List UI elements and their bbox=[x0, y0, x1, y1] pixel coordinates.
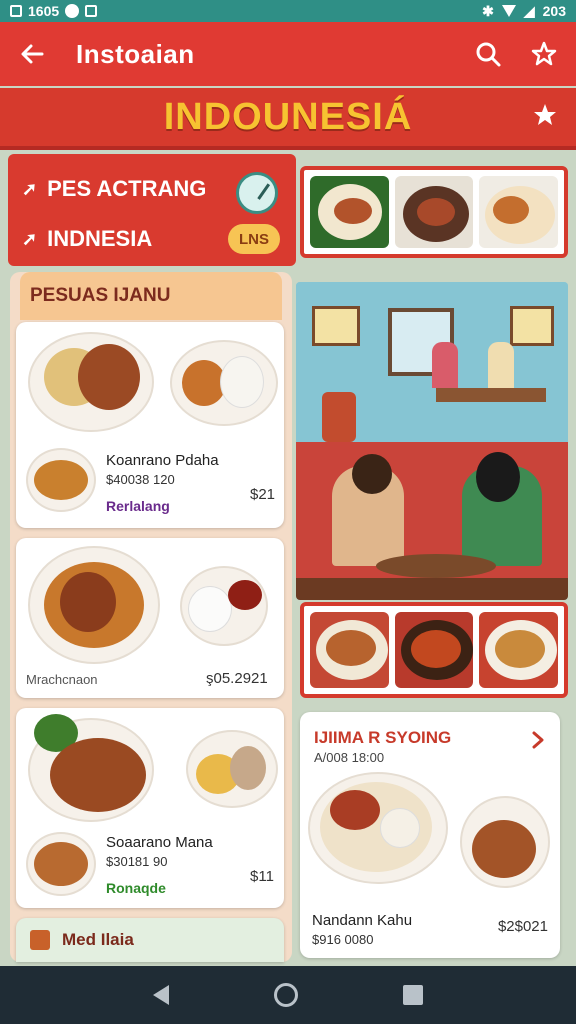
nav-item-label: INDNESIA bbox=[47, 226, 153, 251]
nav-item-2[interactable]: ➚ INDNESIA bbox=[22, 226, 152, 252]
star-icon[interactable] bbox=[532, 102, 558, 128]
gauge-icon[interactable] bbox=[236, 172, 278, 214]
menu-list: PESUAS IJANU Koanrano Pdaha $40038 120 R… bbox=[10, 272, 292, 962]
dish-thumb[interactable] bbox=[479, 176, 559, 248]
menu-card[interactable]: Mrachcnaon ş05.2921 bbox=[16, 538, 284, 698]
dish-name: Koanrano Pdaha bbox=[106, 452, 219, 469]
pin-icon: ➚ bbox=[22, 228, 38, 249]
app-title: Instoaian bbox=[76, 38, 195, 69]
featured-dish-card[interactable]: IJIIMA R SYOING A/008 18:00 Nandann Kahu… bbox=[300, 712, 560, 958]
menu-card[interactable]: Koanrano Pdaha $40038 120 Rerlalang $21 bbox=[16, 322, 284, 528]
featured-time: A/008 18:00 bbox=[314, 750, 385, 765]
menu-header: PESUAS IJANU bbox=[20, 272, 282, 320]
dish-thumb[interactable] bbox=[394, 612, 474, 688]
search-button[interactable] bbox=[472, 38, 504, 70]
nav-recents-icon[interactable] bbox=[403, 985, 424, 1005]
nav-item-1[interactable]: ➚ PES ACTRANG bbox=[22, 176, 206, 202]
dish-thumb[interactable] bbox=[394, 176, 474, 248]
popular-dishes-strip bbox=[300, 602, 568, 698]
nav-back-icon[interactable] bbox=[152, 985, 169, 1005]
vibrate-icon: ✱ bbox=[482, 2, 494, 19]
pin-icon: ➚ bbox=[22, 178, 38, 199]
featured-item-name: Nandann Kahu bbox=[312, 912, 413, 929]
dish-thumb[interactable] bbox=[310, 176, 389, 248]
featured-title: IJIIMA R SYOING bbox=[314, 728, 452, 747]
status-time: 1605 bbox=[28, 3, 60, 19]
language-badge[interactable]: LNS bbox=[228, 224, 280, 254]
signal-icon: ◢ bbox=[523, 2, 535, 19]
notification-icon bbox=[10, 5, 22, 17]
search-icon bbox=[476, 42, 501, 67]
dish-tag: Rerlalang bbox=[106, 498, 170, 514]
footer-item-label: Med Ilaia bbox=[62, 930, 134, 949]
image-notification-icon bbox=[85, 5, 98, 17]
menu-card[interactable]: Soaarano Mana $30181 90 Ronaqde $11 bbox=[16, 708, 284, 908]
dish-caption: Mrachcnaon bbox=[26, 672, 98, 687]
nav-item-label: PES ACTRANG bbox=[47, 176, 207, 201]
status-bar: 1605 ✱ ◢ 203 bbox=[0, 0, 576, 22]
back-button[interactable] bbox=[16, 38, 48, 70]
category-panel: ➚ PES ACTRANG ➚ INDNESIA LNS bbox=[8, 154, 296, 266]
app-notification-icon bbox=[65, 4, 80, 18]
app-bar: Instoaian bbox=[0, 22, 576, 86]
dish-tag: Ronaqde bbox=[106, 880, 166, 896]
back-arrow-icon bbox=[21, 44, 44, 64]
chevron-right-icon[interactable] bbox=[530, 730, 546, 750]
dish-thumb[interactable] bbox=[310, 612, 389, 688]
banner-title: INDOUNESIÁ bbox=[163, 95, 413, 138]
featured-dishes-strip bbox=[300, 166, 568, 258]
favorite-button[interactable] bbox=[528, 38, 560, 70]
dish-price: $11 bbox=[250, 868, 274, 885]
dish-price: $21 bbox=[250, 486, 276, 503]
system-nav-bar bbox=[0, 966, 576, 1024]
featured-item-time: $916 0080 bbox=[312, 932, 374, 947]
menu-footer-card[interactable]: Med Ilaia bbox=[16, 918, 284, 962]
status-right-text: 203 bbox=[542, 3, 566, 19]
star-outline-icon bbox=[531, 41, 557, 66]
dish-price: ş05.2921 bbox=[206, 670, 268, 687]
hero-banner: INDOUNESIÁ bbox=[0, 88, 576, 150]
dish-name: Soaarano Mana bbox=[106, 834, 213, 851]
wifi-icon bbox=[501, 5, 516, 17]
restaurant-illustration bbox=[296, 282, 568, 600]
dish-time: $40038 120 bbox=[106, 472, 175, 487]
nav-home-icon[interactable] bbox=[273, 983, 298, 1007]
dish-time: $30181 90 bbox=[106, 854, 168, 869]
meal-icon bbox=[30, 930, 50, 950]
featured-price: $2$021 bbox=[497, 918, 548, 935]
dish-thumb[interactable] bbox=[479, 612, 559, 688]
